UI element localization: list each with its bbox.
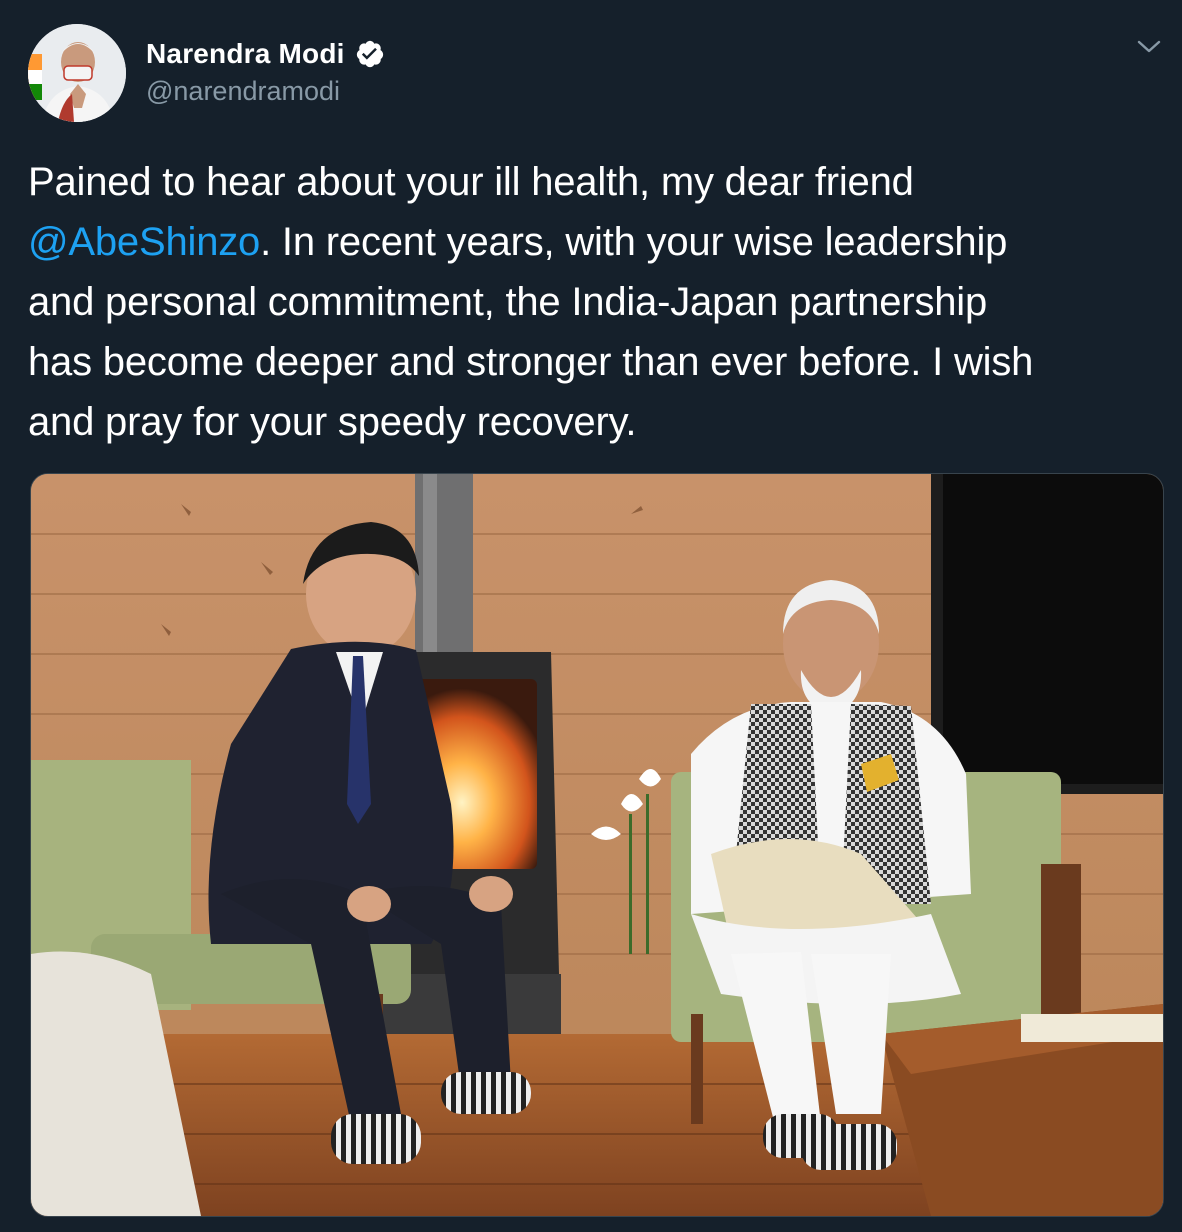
tweet-text-segment: Pained to hear about your ill health, my… (28, 160, 914, 204)
verified-badge-icon (355, 39, 385, 69)
tweet-text-line: and pray for your speedy recovery. (28, 392, 1158, 452)
chevron-down-icon[interactable] (1136, 36, 1162, 58)
author-display-name[interactable]: Narendra Modi (146, 38, 345, 70)
tweet-text-line: and personal commitment, the India-Japan… (28, 272, 1158, 332)
tweet-text-segment: . In recent years, with your wise leader… (260, 220, 1008, 264)
author-name-row[interactable]: Narendra Modi (146, 36, 385, 72)
author-handle[interactable]: @narendramodi (146, 76, 340, 107)
tweet-text-line: @AbeShinzo. In recent years, with your w… (28, 212, 1158, 272)
profile-avatar[interactable] (28, 24, 126, 122)
tweet-photo[interactable] (30, 473, 1164, 1217)
tweet-text-segment: and pray for your speedy recovery. (28, 400, 637, 444)
tweet-text-segment: has become deeper and stronger than ever… (28, 340, 1034, 384)
tweet-text-segment: and personal commitment, the India-Japan… (28, 280, 988, 324)
tweet-text-line: has become deeper and stronger than ever… (28, 332, 1158, 392)
tweet-text-line: Pained to hear about your ill health, my… (28, 152, 1158, 212)
mention-link[interactable]: @AbeShinzo (28, 220, 260, 264)
tweet-text: Pained to hear about your ill health, my… (28, 152, 1158, 452)
tweet-card: Narendra Modi @narendramodi Pained to he… (0, 0, 1182, 1232)
